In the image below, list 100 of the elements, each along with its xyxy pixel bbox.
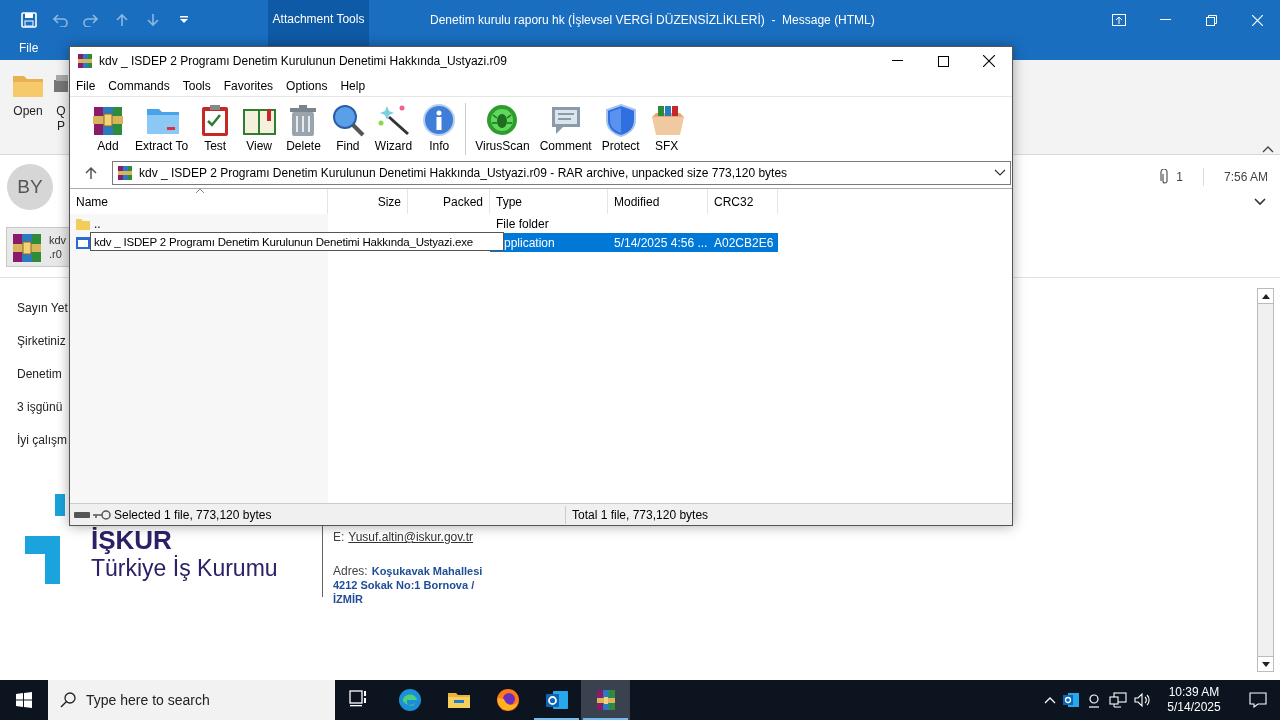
attachment-card[interactable]: kdv .r0: [6, 227, 70, 267]
folder-icon: [76, 216, 90, 231]
logo-subtitle: Türkiye İş Kurumu: [91, 554, 278, 582]
save-icon: [21, 12, 37, 28]
toolbar-button[interactable]: Info: [417, 103, 462, 153]
clock-date: 5/14/2025: [1167, 700, 1221, 715]
close-icon: [1251, 14, 1263, 26]
attachment-extension: .r0: [49, 247, 63, 261]
toolbar-button[interactable]: View: [237, 103, 282, 153]
address-text: 4212 Sokak No:1 Bornova /: [333, 578, 476, 592]
chevron-down-icon: [994, 169, 1006, 177]
sort-caret-icon: [195, 189, 205, 194]
menu-item[interactable]: Tools: [182, 76, 211, 95]
scroll-up-button[interactable]: [1258, 289, 1273, 304]
column-header[interactable]: Packed: [408, 189, 490, 214]
rename-field[interactable]: kdv _ ISDEP 2 Programı Denetim Kurulunun Denetimi Hakkında_Ustyazi.exe: [90, 232, 504, 251]
edge-icon: [397, 688, 422, 712]
ribbon-button[interactable]: Q P: [54, 72, 68, 134]
status-text: Selected 1 file, 773,120 bytes: [114, 506, 273, 524]
message-text: 3 işgünü: [17, 399, 64, 416]
message-text: İyi çalışm: [17, 432, 68, 449]
minimize-icon: [1159, 19, 1171, 21]
column-header[interactable]: Size: [328, 189, 408, 214]
toolbar-button[interactable]: Protect: [596, 103, 645, 153]
menu-item[interactable]: Favorites: [223, 76, 274, 95]
received-time: 7:56 AM: [1223, 169, 1268, 186]
open-button[interactable]: Open: [12, 72, 44, 119]
menu-item[interactable]: Commands: [108, 76, 170, 95]
attachment-name: kdv: [49, 233, 67, 247]
scroll-down-button[interactable]: [1258, 656, 1273, 671]
menu-item[interactable]: Options: [286, 76, 328, 95]
search-icon: [330, 103, 365, 137]
undo-icon: [52, 13, 68, 27]
mail-app-icon: [544, 688, 569, 712]
archive-icon: [77, 53, 93, 69]
logo-name: İŞKUR: [91, 526, 173, 554]
drive-icon: [74, 510, 90, 519]
speaker-icon: [1134, 692, 1152, 708]
address-text: İZMİR: [333, 592, 364, 606]
toolbar-button[interactable]: Comment: [534, 103, 597, 153]
toolbar-button[interactable]: Find: [325, 103, 370, 153]
collapse-chevron-icon: [1262, 146, 1274, 153]
column-header[interactable]: CRC32: [708, 189, 778, 214]
toolbar-button[interactable]: VirusScan: [470, 103, 535, 153]
minimize-icon: [891, 60, 903, 62]
menu-item[interactable]: Help: [340, 76, 366, 95]
address-label: Adres:: [333, 564, 368, 578]
restore-icon: [1205, 14, 1217, 26]
window-title: Denetim kurulu raporu hk (İşlevsel VERGİ DÜZENSİZLİKLERİ) - Message (HTML): [429, 12, 876, 29]
table-cell-text: File folder: [495, 215, 550, 233]
sender-avatar: BY: [7, 164, 53, 210]
chevron-up-icon: [1044, 696, 1056, 704]
expand-chevron-icon: [1254, 198, 1266, 206]
table-cell: A02CB2E6: [708, 233, 778, 252]
ribbon-display-icon: [1112, 14, 1126, 26]
email-label: E:: [333, 530, 345, 544]
address-text: Koşukavak Mahallesi: [371, 564, 483, 578]
column-header[interactable]: Name: [70, 189, 328, 214]
toolbar-button[interactable]: Wizard: [369, 103, 418, 153]
paperclip-icon: [1160, 169, 1171, 185]
dropdown-icon: [180, 16, 188, 24]
maximize-icon: [937, 55, 949, 67]
bug-icon: [485, 103, 520, 137]
network-icon: [1109, 692, 1127, 708]
clock-time: 10:39 AM: [1168, 685, 1220, 700]
column-header[interactable]: Modified: [608, 189, 708, 214]
taskbar-app-button[interactable]: [581, 680, 630, 720]
info-icon: [422, 103, 457, 137]
message-text: Sayın Yet: [17, 300, 69, 317]
wand-icon: [376, 103, 411, 137]
close-icon: [983, 55, 995, 67]
windows-logo-icon: [16, 692, 32, 708]
toolbar-button[interactable]: Extract To: [130, 103, 194, 153]
toolbar-button[interactable]: Delete: [281, 103, 326, 153]
box-icon: [649, 103, 684, 137]
column-header[interactable]: Type: [490, 189, 608, 214]
down-triangle-icon: [1261, 661, 1270, 667]
firefox-icon: [495, 688, 520, 712]
file-name: ..: [94, 215, 101, 233]
redo-icon: [83, 13, 99, 27]
email-link[interactable]: Yusuf.altin@iskur.gov.tr: [348, 530, 474, 544]
shield-icon: [603, 103, 638, 137]
menu-item[interactable]: File: [76, 76, 96, 95]
save-button[interactable]: [20, 11, 38, 29]
up-arrow-icon: [116, 13, 128, 27]
mail-app-icon: [1063, 692, 1079, 708]
up-triangle-icon: [1261, 293, 1270, 299]
toolbar-button[interactable]: Test: [193, 103, 238, 153]
down-arrow-icon: [147, 13, 159, 27]
message-text: Şirketiniz: [17, 333, 67, 350]
table-cell: 5/14/2025 4:56 ...: [608, 233, 708, 252]
archive-icon: [117, 165, 133, 181]
status-text: Total 1 file, 773,120 bytes: [565, 505, 1012, 524]
toolbar-button[interactable]: Add: [86, 103, 130, 153]
up-arrow-icon: [85, 166, 97, 180]
path-combobox[interactable]: kdv _ ISDEP 2 Programı Denetim Kurulunun Denetimi Hakkında_Ustyazi.r09 - RAR archive, unpacked size 773,120 bytes: [112, 161, 1011, 185]
attachment-count: 1: [1176, 169, 1183, 186]
message-text: Denetim: [17, 366, 63, 383]
ribbon-tab[interactable]: File: [19, 40, 39, 56]
toolbar-button[interactable]: SFX: [644, 103, 689, 153]
